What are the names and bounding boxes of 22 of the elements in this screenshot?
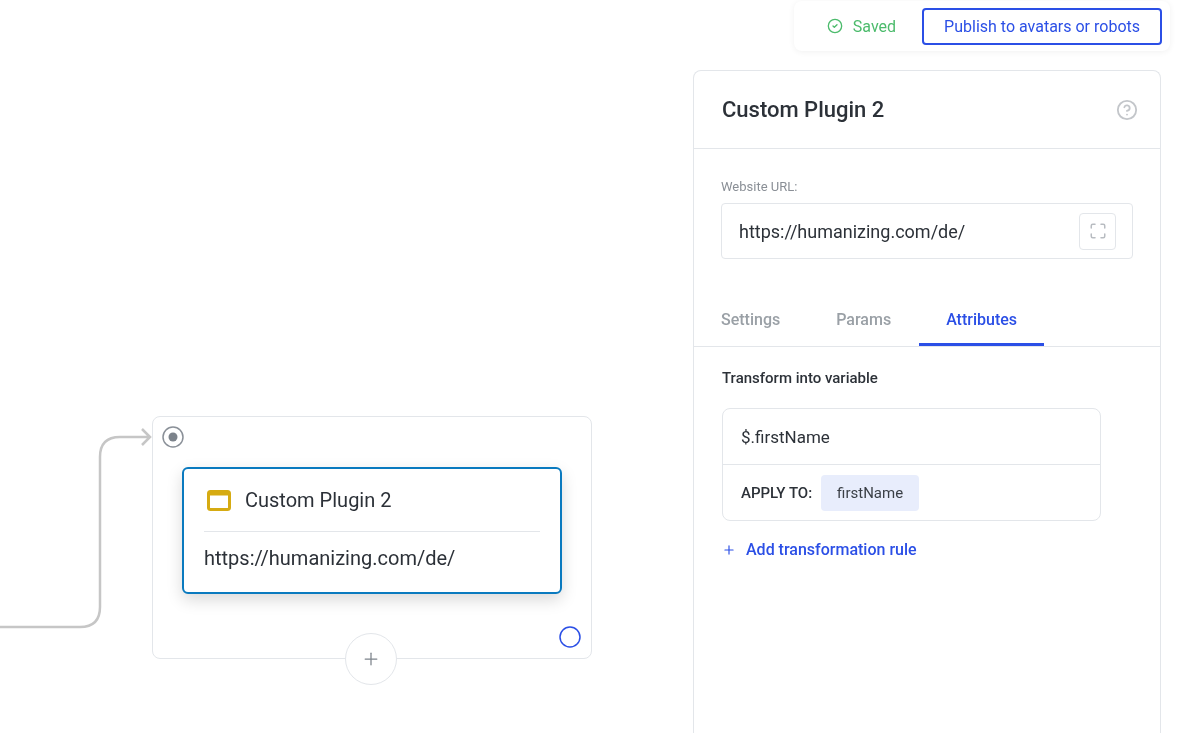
output-port-icon[interactable] — [559, 626, 581, 648]
expand-button[interactable] — [1079, 212, 1116, 250]
node-title: Custom Plugin 2 — [245, 488, 392, 512]
url-label: Website URL: — [721, 179, 799, 194]
help-icon[interactable] — [1116, 98, 1138, 121]
plus-icon — [722, 542, 736, 557]
add-rule-link[interactable]: Add transformation rule — [722, 540, 917, 559]
panel-title: Custom Plugin 2 — [722, 97, 885, 122]
node-url: https://humanizing.com/de/ — [204, 545, 457, 570]
saved-status: Saved — [852, 16, 897, 36]
check-icon — [826, 18, 843, 34]
apply-label: APPLY TO: — [741, 483, 813, 502]
entry-port-icon[interactable] — [162, 426, 184, 448]
plugin-node-card[interactable]: Custom Plugin 2 https://humanizing.com/de/ — [182, 467, 562, 594]
window-icon — [207, 489, 231, 511]
rule-expression[interactable]: $.firstName — [723, 409, 1100, 465]
url-field[interactable]: https://humanizing.com/de/ — [721, 203, 1133, 259]
section-title: Transform into variable — [722, 369, 879, 387]
variable-tag[interactable]: firstName — [821, 474, 920, 511]
expand-icon — [1088, 222, 1107, 240]
panel-tab[interactable]: Attributes — [919, 295, 1044, 346]
publish-button[interactable]: Publish to avatars or robots — [922, 7, 1162, 45]
